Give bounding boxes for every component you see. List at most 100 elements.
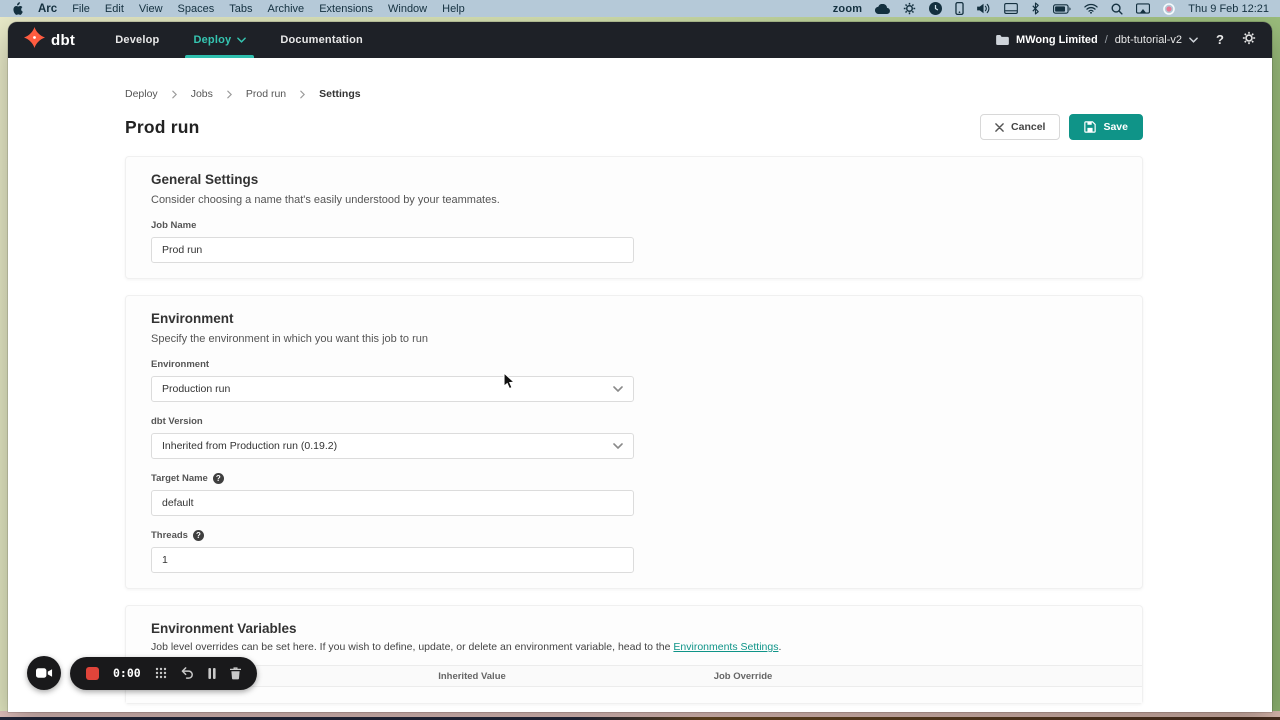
- environment-title: Environment: [151, 311, 1117, 326]
- bluetooth-icon[interactable]: [1031, 2, 1040, 15]
- menu-extensions[interactable]: Extensions: [319, 3, 373, 15]
- job-settings-page: Deploy Jobs Prod run Settings Prod run C…: [8, 58, 1272, 712]
- menu-bar-clock[interactable]: Thu 9 Feb 12:21: [1188, 3, 1269, 15]
- threads-input[interactable]: [151, 547, 634, 573]
- pause-recording-icon[interactable]: [208, 668, 216, 679]
- breadcrumb-prod-run[interactable]: Prod run: [246, 88, 286, 100]
- battery-icon[interactable]: [1053, 4, 1071, 14]
- screen-recorder-toolbar: 0:00: [27, 656, 257, 690]
- menu-help[interactable]: Help: [442, 3, 465, 15]
- dbt-top-navbar: dbt Develop Deploy Documentation MWong L…: [8, 22, 1272, 58]
- environments-settings-link[interactable]: Environments Settings: [673, 641, 778, 653]
- breadcrumb-deploy[interactable]: Deploy: [125, 88, 158, 100]
- environment-variables-description: Job level overrides can be set here. If …: [151, 641, 1117, 653]
- recorder-controls: 0:00: [70, 657, 257, 690]
- floppy-save-icon: [1084, 121, 1096, 133]
- breadcrumb-settings[interactable]: Settings: [319, 88, 360, 100]
- gear-icon[interactable]: [903, 2, 916, 15]
- chevron-down-icon: [613, 443, 623, 449]
- environment-variables-title: Environment Variables: [151, 621, 1117, 636]
- environment-select[interactable]: Production run: [151, 376, 634, 402]
- desktop: Arc File Edit View Spaces Tabs Archive E…: [0, 0, 1280, 720]
- menu-spaces[interactable]: Spaces: [178, 3, 215, 15]
- dbt-version-select[interactable]: Inherited from Production run (0.19.2): [151, 433, 634, 459]
- settings-gear-icon[interactable]: [1242, 31, 1256, 50]
- help-icon[interactable]: [1216, 31, 1224, 49]
- screen-record-indicator-icon[interactable]: [1163, 3, 1175, 15]
- environment-card: Environment Specify the environment in w…: [125, 295, 1143, 589]
- spotlight-search-icon[interactable]: [1111, 3, 1123, 15]
- column-header-inherited-value: Inherited Value: [372, 671, 572, 682]
- environment-select-label-text: Environment: [151, 359, 209, 370]
- wifi-icon[interactable]: [1084, 3, 1098, 14]
- job-name-label-text: Job Name: [151, 220, 196, 231]
- dbt-primary-nav: Develop Deploy Documentation: [115, 22, 363, 58]
- chevron-down-icon: [1189, 37, 1198, 43]
- env-var-desc-text: Job level overrides can be set here. If …: [151, 641, 673, 653]
- volume-icon[interactable]: [977, 3, 991, 14]
- chevron-right-icon: [227, 90, 232, 99]
- title-actions: Cancel Save: [980, 114, 1143, 140]
- zoom-menu-item[interactable]: zoom: [833, 3, 863, 15]
- nav-develop[interactable]: Develop: [115, 22, 159, 58]
- stop-recording-button[interactable]: [86, 667, 99, 680]
- page-title: Prod run: [125, 117, 200, 138]
- dbt-navbar-right: MWong Limited / dbt-tutorial-v2: [996, 31, 1256, 50]
- chevron-right-icon: [172, 90, 177, 99]
- cancel-button[interactable]: Cancel: [980, 114, 1060, 140]
- env-var-table-body: [126, 687, 1142, 703]
- menu-edit[interactable]: Edit: [105, 3, 124, 15]
- menu-archive[interactable]: Archive: [268, 3, 305, 15]
- menu-file[interactable]: File: [72, 3, 90, 15]
- job-name-input[interactable]: [151, 237, 634, 263]
- window-icon[interactable]: [1004, 3, 1018, 14]
- general-settings-subtitle: Consider choosing a name that's easily u…: [151, 194, 1117, 206]
- env-var-table-header: Inherited Value Job Override: [126, 665, 1142, 687]
- target-name-label: Target Name: [151, 473, 1117, 484]
- nav-deploy[interactable]: Deploy: [193, 22, 246, 58]
- cancel-button-label: Cancel: [1011, 121, 1045, 133]
- breadcrumb-jobs[interactable]: Jobs: [191, 88, 213, 100]
- save-button-label: Save: [1103, 121, 1128, 133]
- dbt-brand-label: dbt: [51, 32, 75, 49]
- general-settings-card: General Settings Consider choosing a nam…: [125, 156, 1143, 279]
- environment-select-value: Production run: [162, 383, 230, 395]
- nav-documentation[interactable]: Documentation: [280, 22, 363, 58]
- general-settings-title: General Settings: [151, 172, 1117, 187]
- nav-deploy-label: Deploy: [193, 34, 231, 46]
- threads-label-text: Threads: [151, 530, 188, 541]
- menu-app-name[interactable]: Arc: [38, 3, 57, 15]
- folder-icon: [996, 35, 1009, 45]
- chevron-right-icon: [300, 90, 305, 99]
- camera-toggle-button[interactable]: [27, 656, 61, 690]
- account-separator: /: [1105, 34, 1108, 46]
- help-circle-icon[interactable]: [193, 530, 204, 541]
- dbt-version-label: dbt Version: [151, 416, 1117, 427]
- menu-tabs[interactable]: Tabs: [229, 3, 252, 15]
- dbt-brand[interactable]: dbt: [24, 27, 75, 53]
- breadcrumb: Deploy Jobs Prod run Settings: [125, 58, 1143, 100]
- delete-recording-icon[interactable]: [230, 667, 241, 680]
- chevron-down-icon: [613, 386, 623, 392]
- restart-recording-icon[interactable]: [181, 667, 194, 679]
- menu-window[interactable]: Window: [388, 3, 427, 15]
- apple-menu-icon[interactable]: [11, 2, 23, 16]
- clock-icon[interactable]: [929, 2, 942, 15]
- menu-view[interactable]: View: [139, 3, 163, 15]
- cloud-icon[interactable]: [875, 4, 890, 14]
- job-name-label: Job Name: [151, 220, 1117, 231]
- help-circle-icon[interactable]: [213, 473, 224, 484]
- drag-handle-icon[interactable]: [155, 667, 167, 679]
- environment-select-label: Environment: [151, 359, 1117, 370]
- device-icon[interactable]: [955, 2, 964, 15]
- screen-mirroring-icon[interactable]: [1136, 3, 1150, 14]
- account-name: MWong Limited: [1016, 34, 1098, 46]
- x-icon: [995, 123, 1004, 132]
- title-row: Prod run Cancel Save: [125, 114, 1143, 140]
- env-var-desc-period: .: [778, 641, 781, 653]
- save-button[interactable]: Save: [1069, 114, 1143, 140]
- target-name-input[interactable]: [151, 490, 634, 516]
- dbt-version-label-text: dbt Version: [151, 416, 203, 427]
- account-project-switcher[interactable]: MWong Limited / dbt-tutorial-v2: [996, 34, 1198, 46]
- target-name-label-text: Target Name: [151, 473, 208, 484]
